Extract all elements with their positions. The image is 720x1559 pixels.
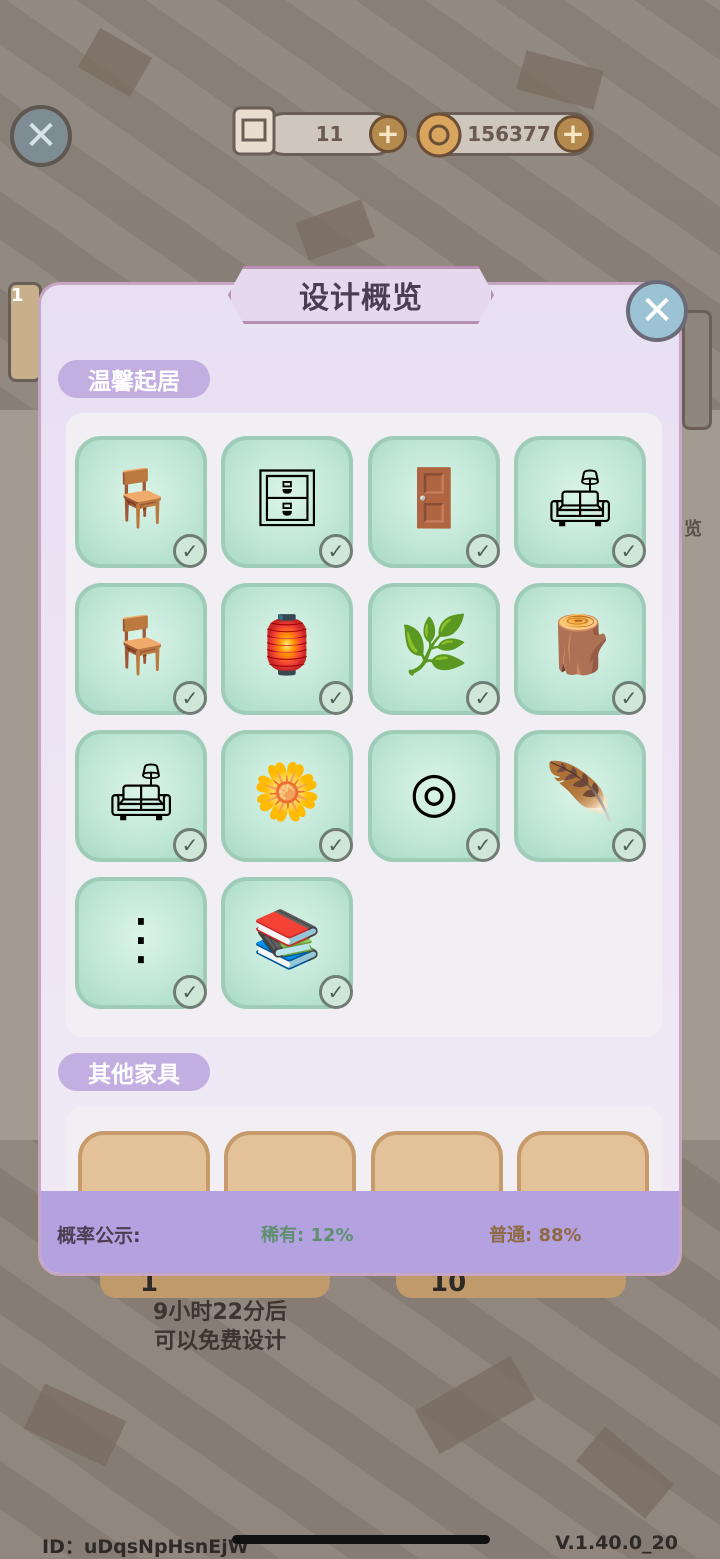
free-timer-line2: 可以免费设计	[153, 1329, 286, 1354]
section-label: 温馨起居	[88, 369, 180, 395]
furniture-item-lantern-stand[interactable]: 🏮 ✓	[221, 583, 353, 715]
furniture-item-flower-bouquet[interactable]: 🌼 ✓	[221, 730, 353, 862]
furniture-item-macrame-hanging[interactable]: 🪶 ✓	[514, 730, 646, 862]
lantern-stand-icon: 🏮	[252, 613, 322, 678]
checkmark-icon: ✓	[612, 828, 646, 862]
free-design-timer: 9小时22分后 可以免费设计	[110, 1298, 330, 1356]
checkmark-icon: ✓	[319, 828, 353, 862]
round-rug-icon: ◎	[409, 759, 459, 825]
furniture-item-rattan-chair[interactable]: 🪑 ✓	[75, 436, 207, 568]
free-timer-line1: 9小时22分后	[153, 1300, 287, 1325]
scroll-count: 11	[315, 122, 344, 146]
macrame-hanging-icon: 🪶	[545, 760, 615, 825]
checkmark-icon: ✓	[173, 681, 207, 715]
coin-count: 156377	[467, 122, 551, 146]
version-label: V.1.40.0_20	[555, 1532, 678, 1554]
tall-cupboard-icon: 🚪	[399, 466, 469, 531]
checkmark-icon: ✓	[319, 975, 353, 1009]
side-tab: 1	[8, 282, 42, 382]
rattan-sofa-icon: 🛋	[544, 466, 616, 531]
checkmark-icon: ✓	[466, 534, 500, 568]
checkmark-icon: ✓	[466, 828, 500, 862]
rattan-chair-icon: 🪑	[106, 466, 176, 531]
add-coin-button[interactable]: +	[554, 115, 592, 153]
probability-label: 概率公示:	[57, 1225, 141, 1247]
side-text: 览	[684, 519, 702, 540]
add-scroll-button[interactable]: +	[369, 115, 407, 153]
checkmark-icon: ✓	[319, 681, 353, 715]
scroll-icon	[228, 102, 280, 160]
checkmark-icon: ✓	[173, 828, 207, 862]
section-label: 其他家具	[88, 1062, 180, 1088]
close-modal-button[interactable]: ✕	[626, 280, 688, 342]
furniture-item-bead-string[interactable]: ⋮ ✓	[75, 877, 207, 1009]
section-other-furniture: 其他家具	[58, 1053, 210, 1091]
furniture-item-carved-cabinet[interactable]: 🗄 ✓	[221, 436, 353, 568]
carved-cabinet-icon: 🗄	[251, 466, 323, 531]
back-button[interactable]: ✕	[10, 105, 72, 167]
probability-common: 普通: 88%	[489, 1225, 582, 1246]
section-cozy-living: 温馨起居	[58, 360, 210, 398]
furniture-item-leaf-shelf[interactable]: 📚 ✓	[221, 877, 353, 1009]
furniture-item-tall-cupboard[interactable]: 🚪 ✓	[368, 436, 500, 568]
furniture-item-branch-vase[interactable]: 🌿 ✓	[368, 583, 500, 715]
furniture-item-pumpkin-lamp[interactable]: 🛋 ✓	[75, 730, 207, 862]
furniture-item-bar-stool[interactable]: 🪑 ✓	[75, 583, 207, 715]
user-id: ID：uDqsNpHsnEjW	[42, 1536, 249, 1558]
checkmark-icon: ✓	[612, 534, 646, 568]
furniture-item-rattan-sofa[interactable]: 🛋 ✓	[514, 436, 646, 568]
pumpkin-lamp-icon: 🛋	[105, 760, 177, 825]
side-tab-num: 1	[11, 285, 24, 306]
close-icon: ✕	[24, 113, 58, 159]
checkmark-icon: ✓	[466, 681, 500, 715]
probability-bar: 概率公示: 稀有: 12% 普通: 88%	[41, 1191, 679, 1273]
furniture-item-round-rug[interactable]: ◎ ✓	[368, 730, 500, 862]
checkmark-icon: ✓	[319, 534, 353, 568]
checkmark-icon: ✓	[612, 681, 646, 715]
coin-icon	[414, 110, 464, 160]
bead-string-icon: ⋮	[113, 906, 169, 972]
side-panel	[682, 310, 712, 430]
modal-title-tab: 设计概览	[228, 266, 494, 324]
furniture-item-wooden-table[interactable]: 🪵 ✓	[514, 583, 646, 715]
home-indicator	[232, 1535, 490, 1544]
checkmark-icon: ✓	[173, 975, 207, 1009]
modal-title: 设计概览	[299, 281, 423, 316]
probability-rare: 稀有: 12%	[261, 1225, 354, 1246]
flower-bouquet-icon: 🌼	[252, 760, 322, 825]
branch-vase-icon: 🌿	[399, 613, 469, 678]
bar-stool-icon: 🪑	[106, 613, 176, 678]
close-icon: ✕	[640, 288, 674, 334]
wooden-table-icon: 🪵	[545, 613, 615, 678]
leaf-shelf-icon: 📚	[252, 907, 322, 972]
checkmark-icon: ✓	[173, 534, 207, 568]
